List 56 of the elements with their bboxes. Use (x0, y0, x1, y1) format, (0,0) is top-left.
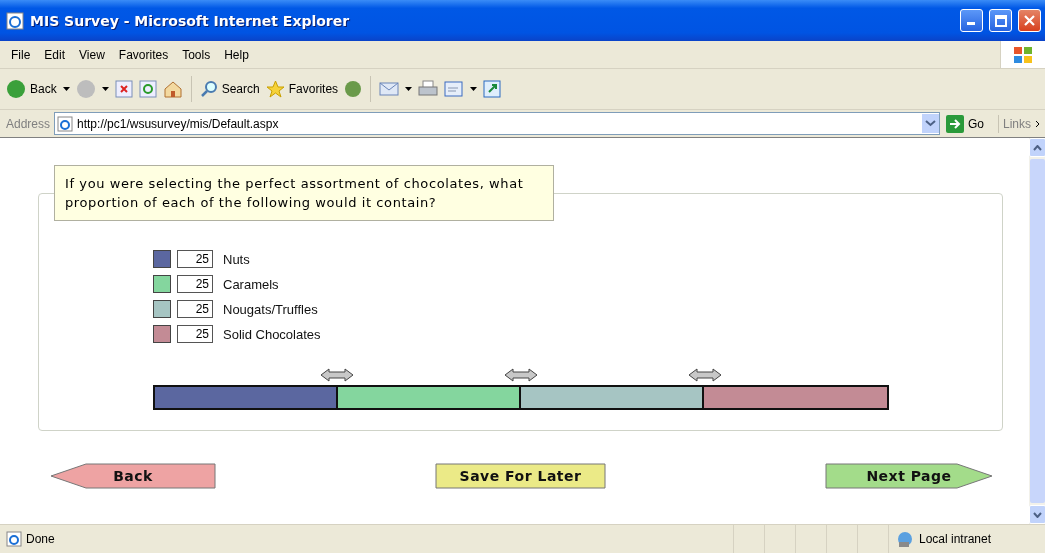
resize-handle-icon[interactable] (320, 368, 354, 382)
back-button[interactable]: Back (50, 463, 216, 489)
menu-item[interactable]: Help (217, 47, 256, 62)
number-field[interactable]: 25 (177, 325, 213, 343)
question-text: If you were selecting the perfect assortment of chocolates, what proportion of each of the following would it contain? (54, 165, 554, 221)
item-label: Nougats/Truffles (223, 301, 318, 317)
refresh-icon[interactable] (138, 80, 157, 98)
go-button[interactable]: Go (943, 114, 999, 133)
menu-item[interactable]: Edit (37, 47, 73, 62)
window-title: MIS Survey - Microsoft Internet Explorer (30, 12, 351, 29)
item-label: Caramels (223, 276, 279, 292)
search-toolbar-button[interactable]: Search (199, 80, 260, 98)
resize-handle-icon[interactable] (688, 368, 722, 382)
menu-item[interactable]: File (4, 47, 38, 62)
page-icon (6, 531, 22, 547)
address-field[interactable]: http://pc1/wsusurvey/mis/Default.aspx (54, 112, 940, 135)
stop-icon[interactable] (114, 80, 133, 98)
windows-logo-icon (1012, 44, 1034, 65)
resize-handle-icon[interactable] (504, 368, 538, 382)
next-page-button[interactable]: Next Page (825, 463, 993, 489)
number-field[interactable]: 25 (177, 275, 213, 293)
item-label: Solid Chocolates (223, 326, 321, 342)
network-icon (895, 530, 915, 548)
menu-item[interactable]: Tools (175, 47, 218, 62)
maximize-icon (994, 14, 1007, 27)
scrollbar[interactable] (1029, 138, 1045, 524)
back-dropdown-caret-icon[interactable] (62, 87, 70, 91)
address-label: Address (6, 116, 51, 131)
number-field[interactable]: 25 (177, 250, 213, 268)
maximize-button[interactable] (989, 9, 1012, 32)
mail-icon[interactable] (379, 81, 400, 97)
printer-icon[interactable] (418, 80, 439, 98)
favorites-toolbar-button[interactable]: Favorites (265, 80, 339, 98)
forward-dropdown-caret-icon[interactable] (101, 87, 109, 91)
edit-dropdown-caret-icon[interactable] (470, 87, 478, 91)
close-icon (1024, 15, 1035, 26)
window-icon[interactable] (483, 80, 502, 98)
chevron-icon (1035, 119, 1041, 128)
number-field[interactable]: 25 (177, 300, 213, 318)
zone-text: Local intranet (919, 532, 992, 546)
back-toolbar-button[interactable]: Back (6, 79, 57, 99)
minimize-button[interactable] (960, 9, 983, 32)
mail-dropdown-caret-icon[interactable] (405, 87, 413, 91)
page-icon (57, 115, 74, 132)
status-text: Done (26, 532, 56, 546)
menu-item[interactable]: View (72, 47, 112, 62)
home-icon[interactable] (162, 80, 183, 98)
menu-item[interactable]: Favorites (111, 47, 176, 62)
browser-icon (6, 11, 24, 30)
search-icon (199, 80, 218, 98)
save-for-later-button[interactable]: Save For Later (435, 463, 606, 489)
dropdown-caret-icon[interactable] (921, 114, 939, 133)
url-text: http://pc1/wsusurvey/mis/Default.aspx (77, 116, 279, 131)
item-label: Nuts (223, 251, 250, 267)
star-icon (265, 80, 285, 98)
close-button[interactable] (1018, 9, 1041, 32)
